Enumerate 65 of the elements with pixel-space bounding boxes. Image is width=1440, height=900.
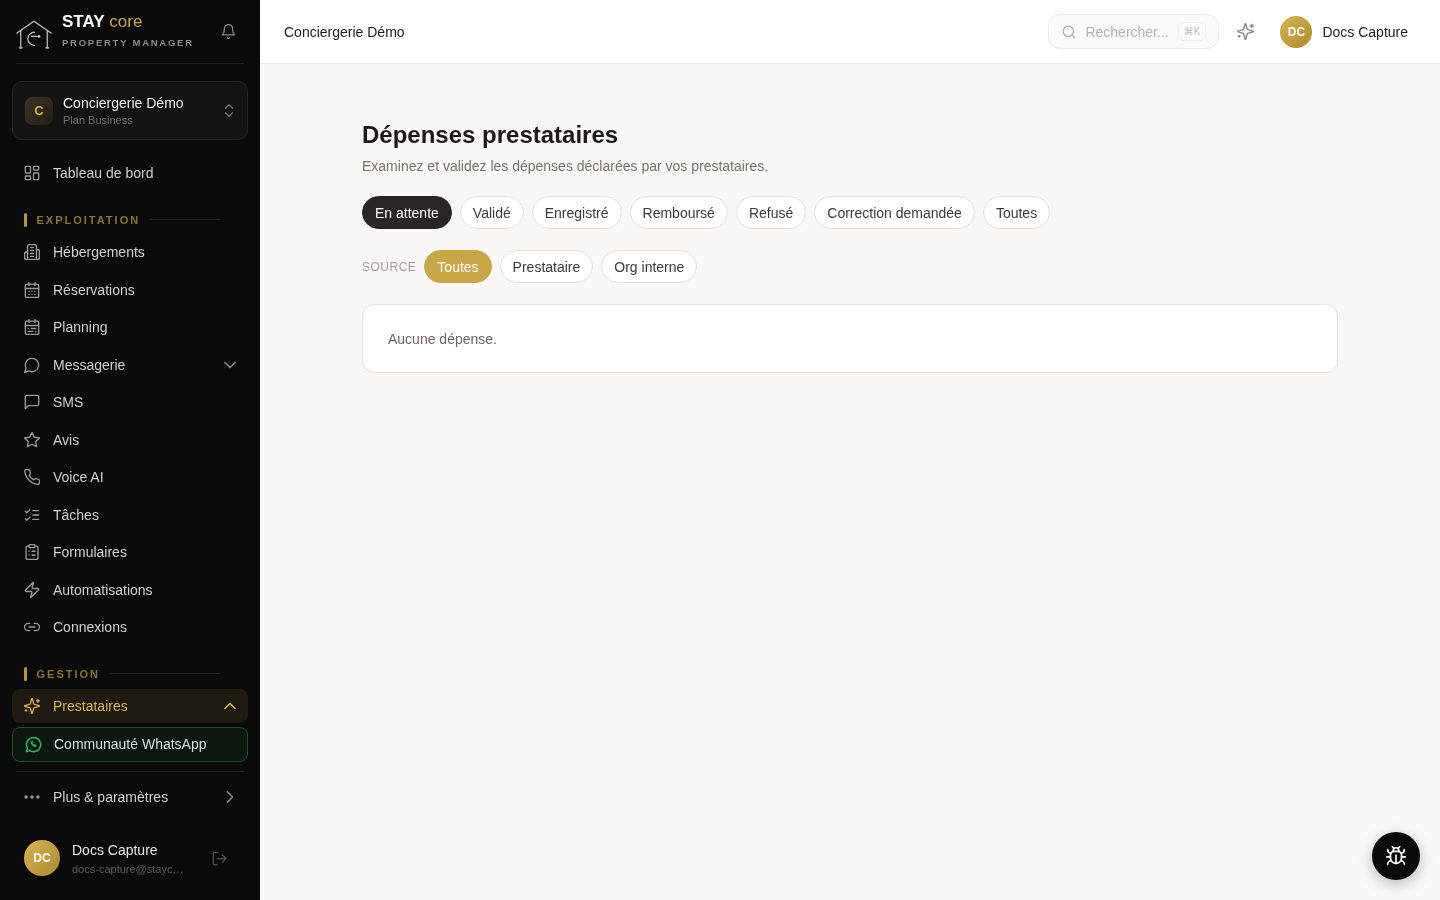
chat-bubble-icon (24, 356, 40, 373)
nav-item[interactable]: Messagerie (12, 347, 248, 382)
nav-item[interactable]: Hébergements (12, 235, 248, 269)
grid-icon (24, 165, 40, 181)
status-filter-chip[interactable]: En attente (362, 196, 452, 229)
workspace-title: Conciergerie Démo (284, 23, 405, 40)
section-heading: EXPLOITATION (36, 213, 141, 226)
status-filter-chip[interactable]: Refusé (735, 196, 807, 229)
clipboard-icon (24, 544, 40, 560)
nav-item[interactable]: Connexions (12, 610, 248, 644)
bug-icon (1386, 846, 1406, 866)
nav-item[interactable]: Plus & paramètres (12, 780, 248, 814)
status-filter-chip[interactable]: Remboursé (629, 196, 728, 229)
calendar-icon (24, 319, 40, 335)
org-plan: Plan Business (63, 114, 133, 126)
brand-wordmark: STAY core (62, 13, 143, 31)
nav-item[interactable]: Avis (12, 422, 248, 457)
nav-item[interactable]: Prestataires (12, 689, 248, 723)
brand-tagline: PROPERTY MANAGER (62, 37, 194, 48)
source-filter-chip[interactable]: Prestataire (499, 250, 594, 283)
source-filter-chip[interactable]: Org interne (601, 250, 698, 283)
sparkles-icon (24, 698, 40, 714)
nav-item[interactable]: Réservations (12, 272, 248, 307)
accent-bar (24, 666, 27, 681)
status-filter-chip[interactable]: Enregistré (531, 196, 622, 229)
nav-item[interactable]: Automatisations (12, 572, 248, 607)
user-name: Docs Capture (72, 841, 158, 858)
status-filter-chip[interactable]: Validé (459, 196, 524, 229)
status-filter-chip[interactable]: Toutes (982, 196, 1051, 229)
calendar-icon (24, 281, 40, 298)
org-name: Conciergerie Démo (63, 95, 184, 111)
section-heading: GESTION (36, 667, 100, 680)
filter-label: SOURCE (362, 259, 417, 274)
nav-item[interactable]: Voice AI (12, 460, 248, 494)
checklist-icon (24, 506, 40, 523)
phone-icon (24, 469, 40, 485)
chevron-right-icon (224, 791, 236, 803)
accent-bar (24, 212, 27, 227)
status-filter-chip[interactable]: Correction demandée (814, 196, 975, 229)
star-icon (24, 431, 40, 448)
nav-item[interactable]: SMS (12, 385, 248, 419)
page-subtitle: Examinez et validez les dépenses déclarées par vos prestataires. (362, 157, 770, 176)
search-icon (1062, 24, 1077, 39)
phone-bubble-icon (25, 735, 42, 753)
user-email: docs-capture@stayc… (72, 862, 184, 875)
nav-item[interactable]: Communauté WhatsApp (12, 726, 248, 762)
shortcut-hint: ⌘K (1177, 22, 1207, 41)
search-input[interactable]: Rechercher... (1085, 21, 1169, 42)
bell-icon[interactable] (221, 24, 236, 39)
page-title: Dépenses prestataires (362, 120, 620, 150)
nav-item[interactable]: Tâches (12, 497, 248, 532)
nav-item[interactable]: Planning (12, 310, 248, 344)
empty-message: Aucune dépense. (388, 330, 497, 347)
chevrons-up-down-icon (223, 104, 235, 117)
nav-item[interactable]: Tableau de bord (12, 156, 248, 190)
lightning-icon (24, 581, 40, 598)
org-switcher[interactable]: C Conciergerie Démo Plan Business (12, 81, 248, 140)
building-icon (24, 244, 40, 260)
log-out-icon[interactable] (212, 850, 227, 866)
house-logo-icon (16, 20, 52, 49)
sparkles-icon[interactable] (1237, 23, 1255, 40)
nav-item[interactable]: Formulaires (12, 535, 248, 569)
chevron-up-icon[interactable] (224, 700, 236, 712)
org-avatar: C (25, 96, 53, 125)
user-name[interactable]: Docs Capture (1322, 23, 1408, 40)
